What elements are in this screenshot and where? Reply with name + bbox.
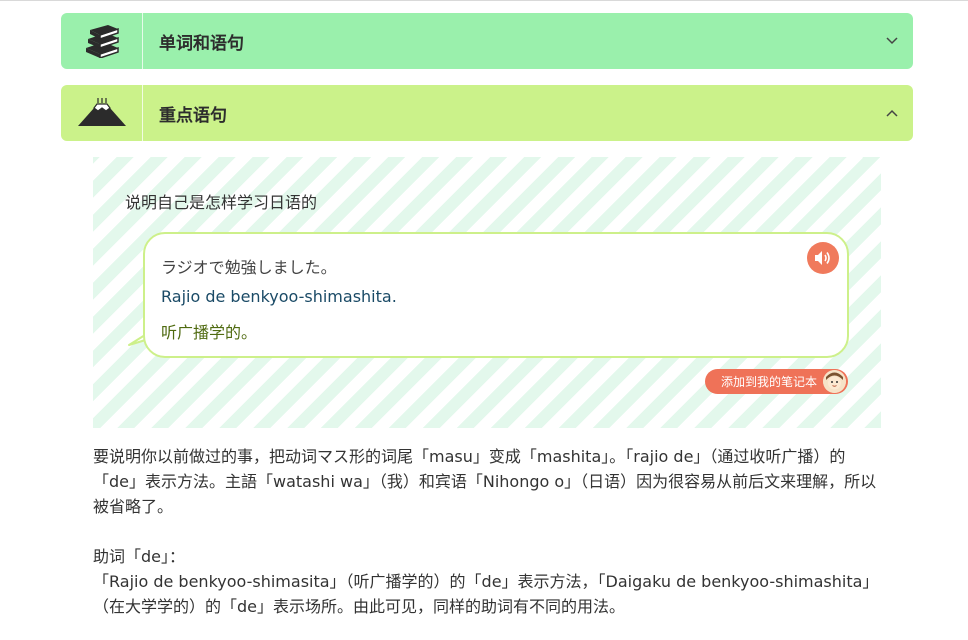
books-icon: [85, 25, 119, 58]
grammar-explanation: 要说明你以前做过的事，把动词マス形的词尾「masu」变成「mashita」。「r…: [93, 444, 883, 619]
chevron-up-icon[interactable]: [885, 106, 899, 120]
add-to-notebook-label: 添加到我的笔记本: [721, 375, 818, 389]
explanation-paragraph: 要说明你以前做过的事，把动词マス形的词尾「masu」变成「mashita」。「r…: [93, 447, 877, 516]
top-divider: [0, 0, 968, 1]
sentence-japanese: ラジオで勉強しました。: [161, 258, 337, 277]
section-header-key-sentence[interactable]: 重点语句: [61, 85, 913, 141]
mascot-avatar-icon: [823, 370, 846, 393]
play-audio-button[interactable]: [807, 242, 839, 274]
speaker-icon: [815, 251, 830, 265]
key-sentence-panel: 说明自己是怎样学习日语的 ラジオで勉強しました。 Rajio de benkyo…: [93, 157, 881, 428]
particle-heading: 助词「de」：: [93, 547, 186, 566]
chevron-down-icon[interactable]: [885, 34, 899, 48]
section-title-words: 单词和语句: [159, 33, 244, 54]
sentence-romaji: Rajio de benkyoo-shimashita.: [161, 287, 397, 306]
section-header-words[interactable]: 单词和语句: [61, 13, 913, 69]
sentence-bubble: ラジオで勉強しました。 Rajio de benkyoo-shimashita.…: [143, 232, 849, 358]
mount-fuji-icon: [77, 98, 126, 126]
section-title-key-sentence: 重点语句: [159, 105, 227, 126]
explanation-paragraph-particle: 「Rajio de benkyoo-shimasita」（听广播学的）的「de」…: [93, 572, 879, 616]
add-to-notebook-button[interactable]: 添加到我的笔记本: [705, 369, 848, 394]
sentence-chinese: 听广播学的。: [161, 323, 258, 342]
section-icon-box: [61, 85, 143, 141]
sentence-subtitle: 说明自己是怎样学习日语的: [125, 193, 318, 212]
section-icon-box: [61, 13, 143, 69]
